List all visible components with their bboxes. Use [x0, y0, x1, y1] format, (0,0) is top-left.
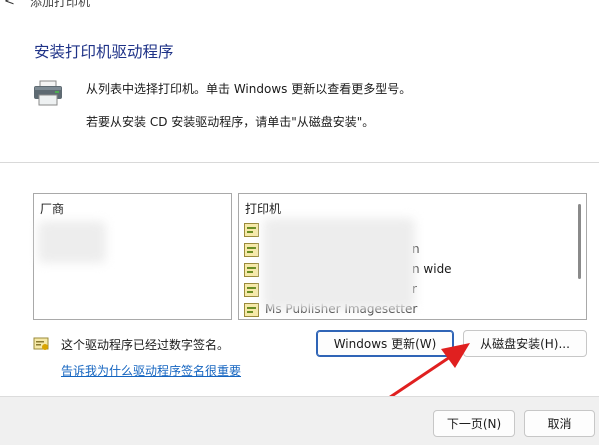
intro-text: 从列表中选择打印机。单击 Windows 更新以查看更多型号。: [86, 82, 412, 96]
redacted-printers: [263, 218, 415, 310]
driver-icon: [244, 243, 259, 257]
cancel-button[interactable]: 取消: [524, 410, 595, 437]
scrollbar-thumb[interactable]: [578, 204, 581, 279]
next-button[interactable]: 下一页(N): [433, 410, 515, 437]
signing-importance-link[interactable]: 告诉我为什么驱动程序签名很重要: [61, 362, 241, 379]
driver-icon: [244, 283, 259, 297]
signed-driver-text: 这个驱动程序已经过数字签名。: [61, 338, 230, 352]
page-title: 安装打印机驱动程序: [34, 43, 174, 61]
printer-icon: [34, 80, 62, 106]
back-arrow-icon[interactable]: <: [4, 0, 15, 9]
manufacturer-list[interactable]: 厂商: [33, 193, 232, 320]
printer-list-header: 打印机: [245, 202, 282, 216]
driver-icon: [244, 303, 259, 317]
driver-icon: [244, 263, 259, 277]
redacted-manufacturers: [38, 221, 106, 263]
driver-icon: [244, 223, 259, 237]
have-disk-button[interactable]: 从磁盘安装(H)...: [463, 330, 587, 357]
printer-list[interactable]: 打印机 n n wide r Ms Publisher Imagesetter: [238, 193, 587, 320]
divider: [0, 162, 599, 163]
certificate-icon: [33, 337, 49, 350]
printer-name-suffix: n wide: [412, 262, 452, 276]
printer-list-scrollbar[interactable]: [573, 194, 586, 319]
windows-update-button[interactable]: Windows 更新(W): [316, 330, 454, 357]
manufacturer-list-header: 厂商: [40, 202, 65, 216]
title-bar: < 添加打印机: [0, 0, 599, 12]
window-title: 添加打印机: [30, 0, 91, 9]
cd-install-hint: 若要从安装 CD 安装驱动程序，请单击"从磁盘安装"。: [86, 115, 375, 129]
